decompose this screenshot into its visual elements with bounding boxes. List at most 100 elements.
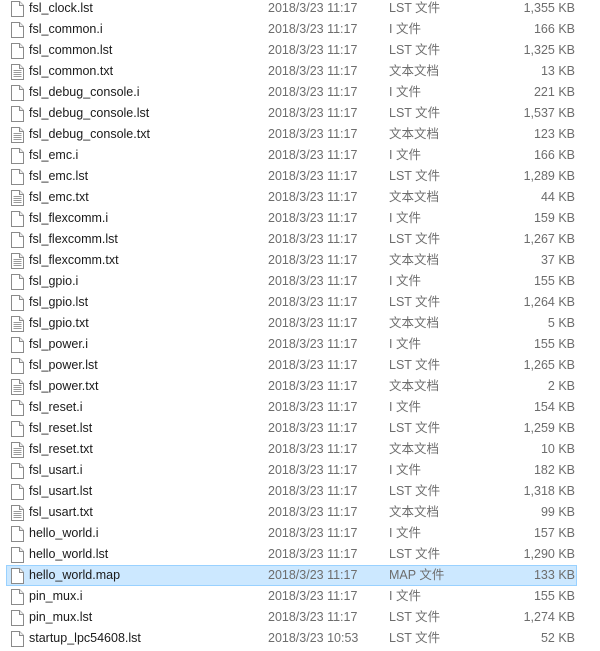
file-date-modified: 2018/3/23 11:17 xyxy=(268,169,358,183)
file-name: fsl_power.i xyxy=(29,337,89,351)
file-date-modified: 2018/3/23 10:53 xyxy=(268,631,359,645)
file-name: fsl_reset.lst xyxy=(29,421,93,435)
file-name: fsl_gpio.i xyxy=(29,274,79,288)
file-size: 5 KB xyxy=(547,316,575,330)
file-row[interactable]: fsl_common.txt 2018/3/23 11:17 文本文档 13 K… xyxy=(6,61,577,82)
file-icon xyxy=(11,148,24,164)
file-row[interactable]: startup_lpc54608.lst 2018/3/23 10:53 LST… xyxy=(6,628,577,649)
file-name: fsl_flexcomm.i xyxy=(29,211,109,225)
file-row[interactable]: fsl_power.lst 2018/3/23 11:17 LST 文件 1,2… xyxy=(6,355,577,376)
file-date-modified: 2018/3/23 11:17 xyxy=(268,64,358,78)
file-name: startup_lpc54608.lst xyxy=(29,631,141,645)
file-date-modified: 2018/3/23 11:17 xyxy=(268,106,358,120)
file-icon xyxy=(11,421,24,437)
file-size: 1,290 KB xyxy=(523,547,575,561)
file-date-modified: 2018/3/23 11:17 xyxy=(268,337,358,351)
file-row[interactable]: fsl_clock.lst 2018/3/23 11:17 LST 文件 1,3… xyxy=(6,0,577,19)
file-size: 37 KB xyxy=(540,253,575,267)
file-date-modified: 2018/3/23 11:17 xyxy=(268,211,358,225)
file-date-modified: 2018/3/23 11:17 xyxy=(268,127,358,141)
file-date-modified: 2018/3/23 11:17 xyxy=(268,232,358,246)
file-date-modified: 2018/3/23 11:17 xyxy=(268,85,358,99)
file-name: fsl_flexcomm.lst xyxy=(29,232,118,246)
text-file-icon xyxy=(11,316,24,332)
file-size: 155 KB xyxy=(533,274,575,288)
file-icon xyxy=(11,547,24,563)
file-icon xyxy=(11,400,24,416)
file-row[interactable]: fsl_usart.txt 2018/3/23 11:17 文本文档 99 KB xyxy=(6,502,577,523)
file-date-modified: 2018/3/23 11:17 xyxy=(268,610,358,624)
file-date-modified: 2018/3/23 11:17 xyxy=(268,484,358,498)
file-row[interactable]: hello_world.i 2018/3/23 11:17 I 文件 157 K… xyxy=(6,523,577,544)
file-row[interactable]: pin_mux.i 2018/3/23 11:17 I 文件 155 KB xyxy=(6,586,577,607)
file-row[interactable]: fsl_reset.lst 2018/3/23 11:17 LST 文件 1,2… xyxy=(6,418,577,439)
file-name: fsl_reset.i xyxy=(29,400,83,414)
file-icon xyxy=(11,484,24,500)
file-name: hello_world.map xyxy=(29,568,121,582)
file-row[interactable]: fsl_gpio.txt 2018/3/23 11:17 文本文档 5 KB xyxy=(6,313,577,334)
file-row[interactable]: fsl_gpio.i 2018/3/23 11:17 I 文件 155 KB xyxy=(6,271,577,292)
file-row[interactable]: fsl_emc.lst 2018/3/23 11:17 LST 文件 1,289… xyxy=(6,166,577,187)
file-icon xyxy=(11,43,24,59)
file-row[interactable]: fsl_power.txt 2018/3/23 11:17 文本文档 2 KB xyxy=(6,376,577,397)
file-name: pin_mux.lst xyxy=(29,610,93,624)
text-file-icon xyxy=(11,190,24,206)
file-name: fsl_power.txt xyxy=(29,379,99,393)
file-date-modified: 2018/3/23 11:17 xyxy=(268,526,358,540)
file-name: hello_world.lst xyxy=(29,547,109,561)
file-name: fsl_clock.lst xyxy=(29,1,93,15)
file-size: 1,325 KB xyxy=(523,43,575,57)
file-row[interactable]: fsl_flexcomm.lst 2018/3/23 11:17 LST 文件 … xyxy=(6,229,577,250)
file-size: 1,355 KB xyxy=(523,1,575,15)
file-row[interactable]: fsl_usart.i 2018/3/23 11:17 I 文件 182 KB xyxy=(6,460,577,481)
text-file-icon xyxy=(11,505,24,521)
file-name: fsl_usart.lst xyxy=(29,484,93,498)
file-size: 154 KB xyxy=(533,400,575,414)
file-date-modified: 2018/3/23 11:17 xyxy=(268,589,358,603)
file-row[interactable]: hello_world.lst 2018/3/23 11:17 LST 文件 1… xyxy=(6,544,577,565)
file-row[interactable]: fsl_flexcomm.i 2018/3/23 11:17 I 文件 159 … xyxy=(6,208,577,229)
file-date-modified: 2018/3/23 11:17 xyxy=(268,274,358,288)
file-list: fsl_clock.lst 2018/3/23 11:17 LST 文件 1,3… xyxy=(0,0,600,651)
file-row[interactable]: fsl_reset.txt 2018/3/23 11:17 文本文档 10 KB xyxy=(6,439,577,460)
file-icon xyxy=(11,631,24,647)
file-row[interactable]: fsl_usart.lst 2018/3/23 11:17 LST 文件 1,3… xyxy=(6,481,577,502)
file-icon xyxy=(11,295,24,311)
file-row[interactable]: fsl_power.i 2018/3/23 11:17 I 文件 155 KB xyxy=(6,334,577,355)
file-date-modified: 2018/3/23 11:17 xyxy=(268,190,358,204)
file-size: 166 KB xyxy=(533,22,575,36)
file-row[interactable]: fsl_common.lst 2018/3/23 11:17 LST 文件 1,… xyxy=(6,40,577,61)
file-size: 123 KB xyxy=(533,127,575,141)
file-icon xyxy=(11,589,24,605)
file-name: fsl_common.i xyxy=(29,22,103,36)
file-row[interactable]: fsl_emc.i 2018/3/23 11:17 I 文件 166 KB xyxy=(6,145,577,166)
file-name: pin_mux.i xyxy=(29,589,83,603)
file-row[interactable]: hello_world.map 2018/3/23 11:17 MAP 文件 1… xyxy=(6,565,577,586)
file-row[interactable]: fsl_debug_console.lst 2018/3/23 11:17 LS… xyxy=(6,103,577,124)
file-date-modified: 2018/3/23 11:17 xyxy=(268,316,358,330)
file-size: 1,289 KB xyxy=(523,169,575,183)
file-name: fsl_gpio.lst xyxy=(29,295,89,309)
file-date-modified: 2018/3/23 11:17 xyxy=(268,400,358,414)
file-name: fsl_debug_console.lst xyxy=(29,106,150,120)
file-size: 1,264 KB xyxy=(523,295,575,309)
file-row[interactable]: pin_mux.lst 2018/3/23 11:17 LST 文件 1,274… xyxy=(6,607,577,628)
file-row[interactable]: fsl_debug_console.txt 2018/3/23 11:17 文本… xyxy=(6,124,577,145)
file-row[interactable]: fsl_common.i 2018/3/23 11:17 I 文件 166 KB xyxy=(6,19,577,40)
file-icon xyxy=(11,358,24,374)
file-date-modified: 2018/3/23 11:17 xyxy=(268,358,358,372)
file-date-modified: 2018/3/23 11:17 xyxy=(268,379,358,393)
file-icon xyxy=(11,274,24,290)
file-date-modified: 2018/3/23 11:17 xyxy=(268,463,358,477)
file-icon xyxy=(11,232,24,248)
file-icon xyxy=(11,1,24,17)
file-row[interactable]: fsl_flexcomm.txt 2018/3/23 11:17 文本文档 37… xyxy=(6,250,577,271)
file-row[interactable]: fsl_reset.i 2018/3/23 11:17 I 文件 154 KB xyxy=(6,397,577,418)
file-row[interactable]: fsl_debug_console.i 2018/3/23 11:17 I 文件… xyxy=(6,82,577,103)
file-row[interactable]: fsl_emc.txt 2018/3/23 11:17 文本文档 44 KB xyxy=(6,187,577,208)
file-date-modified: 2018/3/23 11:17 xyxy=(268,442,358,456)
file-name: fsl_common.lst xyxy=(29,43,113,57)
file-size: 133 KB xyxy=(533,568,575,582)
file-row[interactable]: fsl_gpio.lst 2018/3/23 11:17 LST 文件 1,26… xyxy=(6,292,577,313)
file-date-modified: 2018/3/23 11:17 xyxy=(268,1,358,15)
